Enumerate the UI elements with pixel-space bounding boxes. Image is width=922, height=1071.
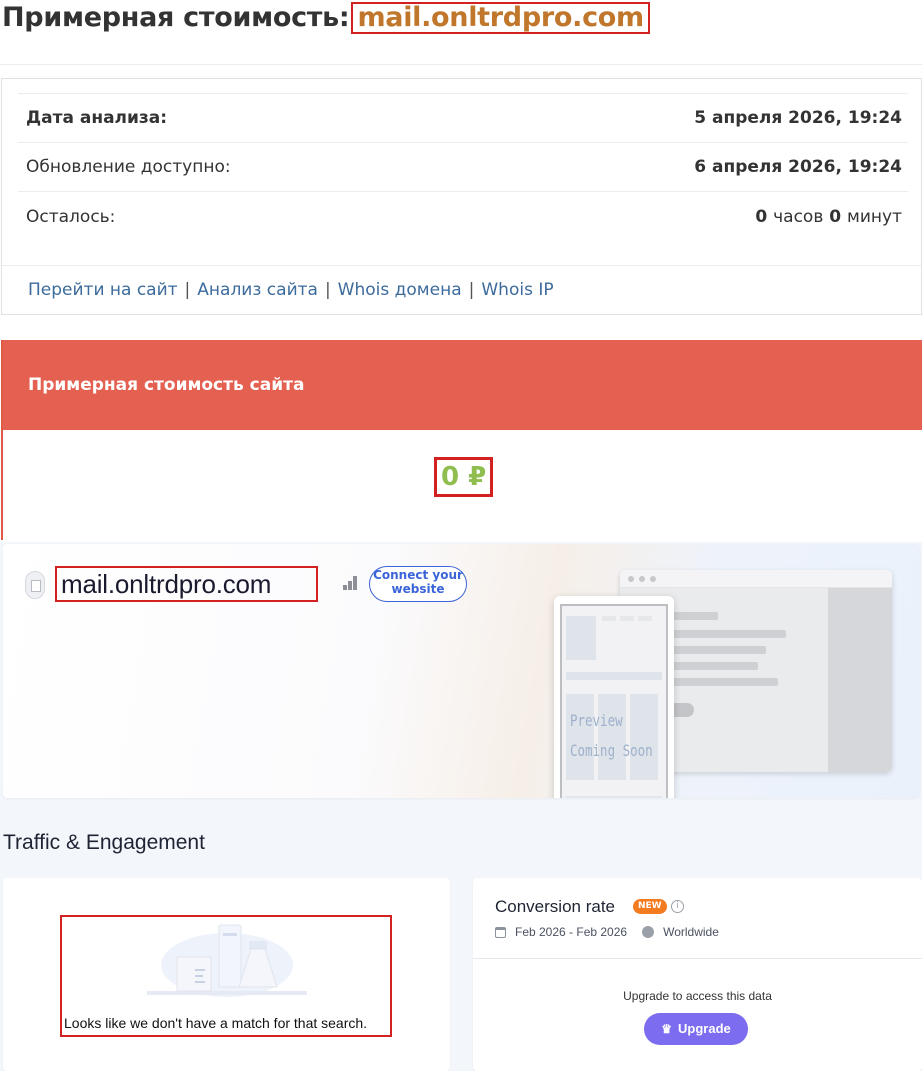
link-go-to-site[interactable]: Перейти на сайт: [28, 280, 178, 300]
info-row-value: 0 часов 0 минут: [755, 207, 902, 227]
globe-icon: [642, 926, 655, 938]
link-whois-ip[interactable]: Whois IP: [481, 280, 553, 300]
crown-icon: ♛: [661, 1022, 673, 1036]
remaining-minutes: 0: [829, 206, 842, 227]
empty-lab-illustration-icon: [147, 924, 307, 997]
link-separator: |: [468, 280, 475, 300]
calendar-icon: [495, 926, 506, 938]
hero-domain: mail.onltrdpro.com: [55, 566, 318, 602]
link-whois-domain[interactable]: Whois домена: [338, 280, 462, 300]
favicon-icon: [25, 571, 45, 599]
region: Worldwide: [663, 925, 719, 939]
info-row-analysis-date: Дата анализа: 5 апреля 2026, 19:24: [18, 94, 908, 143]
analysis-info-card: Дата анализа: 5 апреля 2026, 19:24 Обнов…: [1, 78, 922, 315]
info-row-remaining: Осталось: 0 часов 0 минут: [18, 192, 908, 241]
no-match-message: Looks like we don't have a match for tha…: [60, 915, 392, 1037]
info-icon[interactable]: i: [671, 900, 684, 913]
site-value-body: 0 ₽: [3, 430, 922, 540]
site-value-amount: 0 ₽: [434, 457, 494, 497]
no-match-text: Looks like we don't have a match for tha…: [64, 1015, 368, 1031]
link-site-analysis[interactable]: Анализ сайта: [197, 280, 318, 300]
preview-coming-soon-text: Preview Coming Soon: [570, 711, 653, 760]
upgrade-button-label: Upgrade: [678, 1021, 731, 1036]
info-row-label: Дата анализа:: [26, 108, 168, 128]
page-title-prefix: Примерная стоимость:: [2, 2, 350, 33]
info-row-label: Обновление доступно:: [26, 157, 231, 177]
signal-bars-icon: [343, 576, 359, 590]
conversion-rate-title: Conversion rate: [495, 897, 616, 916]
connect-website-button[interactable]: Connect your website: [369, 566, 467, 602]
divider: [0, 64, 922, 65]
upgrade-button[interactable]: ♛ Upgrade: [644, 1013, 748, 1045]
conversion-rate-card: Conversion rate NEW i Feb 2026 - Feb 202…: [473, 878, 922, 1071]
remaining-minutes-unit: минут: [847, 206, 902, 227]
divider: [473, 958, 922, 959]
date-range: Feb 2026 - Feb 2026: [515, 925, 628, 939]
link-separator: |: [324, 280, 331, 300]
page-title-domain: mail.onltrdpro.com: [351, 2, 650, 34]
info-row-value: 6 апреля 2026, 19:24: [694, 157, 902, 177]
analysis-info-table: Дата анализа: 5 апреля 2026, 19:24 Обнов…: [18, 93, 908, 241]
site-hero: mail.onltrdpro.com Connect your website: [3, 544, 920, 798]
link-separator: |: [184, 280, 191, 300]
upgrade-prompt: Upgrade to access this data: [623, 989, 772, 1003]
info-row-label: Осталось:: [26, 206, 116, 227]
info-row-update-available: Обновление доступно: 6 апреля 2026, 19:2…: [18, 143, 908, 192]
info-row-value: 5 апреля 2026, 19:24: [694, 108, 902, 128]
site-value-header: Примерная стоимость сайта: [3, 340, 922, 430]
new-badge: NEW: [633, 899, 667, 914]
page-title: Примерная стоимость: mail.onltrdpro.com: [2, 0, 650, 38]
similarweb-widget: mail.onltrdpro.com Connect your website: [0, 542, 922, 1071]
mobile-preview-mockup: Preview Coming Soon: [554, 596, 674, 798]
traffic-card: Looks like we don't have a match for tha…: [3, 878, 450, 1071]
section-title: Traffic & Engagement: [3, 831, 205, 854]
remaining-hours: 0: [755, 206, 768, 227]
remaining-hours-unit: часов: [773, 206, 824, 227]
site-links: Перейти на сайт | Анализ сайта | Whois д…: [2, 265, 921, 314]
conversion-meta: Feb 2026 - Feb 2026 Worldwide: [495, 925, 719, 939]
site-value-card: Примерная стоимость сайта 0 ₽: [1, 340, 922, 540]
